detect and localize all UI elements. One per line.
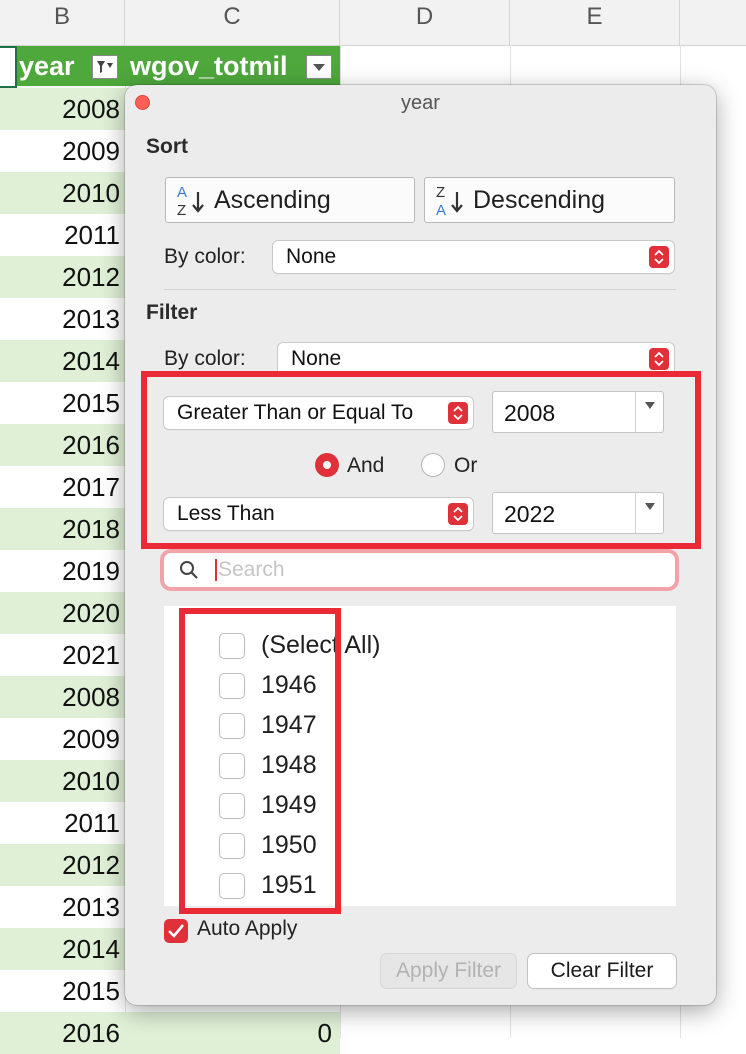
year-cell[interactable]: 2017 xyxy=(62,466,120,508)
filter-by-color-label: By color: xyxy=(164,347,246,370)
sort-heading: Sort xyxy=(146,135,188,158)
auto-apply-checkbox[interactable] xyxy=(164,919,188,943)
year-filter-button[interactable] xyxy=(92,55,118,79)
column-header-e[interactable]: E xyxy=(510,0,680,45)
year-cell[interactable]: 2011 xyxy=(64,214,120,256)
header-cell-wgov-totmil[interactable]: wgov_totmil xyxy=(130,46,288,86)
year-cell[interactable]: 2009 xyxy=(62,130,120,172)
auto-apply-label: Auto Apply xyxy=(197,917,298,940)
year-cell[interactable]: 2020 xyxy=(62,592,120,634)
year-cell[interactable]: 2019 xyxy=(62,550,120,592)
year-cell[interactable]: 2016 xyxy=(62,1012,120,1054)
sort-az-icon-top: A xyxy=(177,184,187,201)
section-divider xyxy=(164,289,676,290)
column-header-b[interactable]: B xyxy=(0,0,125,45)
year-cell[interactable]: 2014 xyxy=(62,928,120,970)
year-cell[interactable]: 2011 xyxy=(64,802,120,844)
sort-za-icon-top: Z xyxy=(436,184,445,201)
sort-az-icon: A Z xyxy=(177,184,204,218)
year-cell[interactable]: 2016 xyxy=(62,424,120,466)
column-header-d[interactable]: D xyxy=(340,0,510,45)
sort-by-color-label: By color: xyxy=(164,245,246,268)
wgov-cell-value: 0 xyxy=(317,1018,332,1048)
year-cell[interactable]: 2015 xyxy=(62,382,120,424)
column-header-row: B C D E xyxy=(0,0,746,46)
year-cell[interactable]: 2008 xyxy=(62,88,120,130)
chevron-down-icon xyxy=(313,64,325,71)
wgov-cell[interactable]: 0 xyxy=(124,1012,340,1054)
filter-funnel-icon xyxy=(97,61,113,73)
clear-filter-button[interactable]: Clear Filter xyxy=(528,954,676,988)
sort-za-icon: Z A xyxy=(436,184,463,218)
text-caret xyxy=(215,559,217,581)
sort-by-color-value: None xyxy=(286,245,337,268)
wgov-filter-button[interactable] xyxy=(306,55,332,79)
search-icon xyxy=(180,561,198,579)
year-cell[interactable]: 2009 xyxy=(62,718,120,760)
highlight-frame-conditions xyxy=(141,371,701,549)
header-cell-year[interactable]: year xyxy=(19,46,75,86)
highlight-frame-list xyxy=(179,608,341,914)
year-cell[interactable]: 2014 xyxy=(62,340,120,382)
year-cell[interactable]: 2010 xyxy=(62,172,120,214)
year-cell[interactable]: 2018 xyxy=(62,508,120,550)
stepper-icon xyxy=(649,348,669,370)
filter-dialog: year Sort A Z Ascending Z A Descending B… xyxy=(125,85,716,1005)
year-cell[interactable]: 2013 xyxy=(62,886,120,928)
year-cell[interactable]: 2012 xyxy=(62,844,120,886)
year-cell[interactable]: 2012 xyxy=(62,256,120,298)
sort-ascending-button[interactable]: A Z Ascending xyxy=(165,177,415,223)
table-row: 2016 0 xyxy=(0,1012,340,1054)
year-cell[interactable]: 2015 xyxy=(62,970,120,1012)
sort-descending-label: Descending xyxy=(473,186,606,214)
year-cell[interactable]: 2008 xyxy=(62,676,120,718)
year-cell[interactable]: 2010 xyxy=(62,760,120,802)
search-field[interactable]: Search xyxy=(164,553,675,587)
year-cell[interactable]: 2013 xyxy=(62,298,120,340)
search-placeholder: Search xyxy=(218,558,285,581)
sort-az-icon-bottom: Z xyxy=(177,202,186,218)
dialog-title: year xyxy=(401,92,440,114)
apply-filter-button[interactable]: Apply Filter xyxy=(381,954,516,988)
filter-heading: Filter xyxy=(146,301,198,324)
sort-descending-button[interactable]: Z A Descending xyxy=(424,177,675,223)
checkmark-icon xyxy=(168,924,185,938)
sort-za-icon-bottom: A xyxy=(436,202,446,218)
column-header-c[interactable]: C xyxy=(125,0,340,45)
year-cell[interactable]: 2021 xyxy=(62,634,120,676)
stepper-icon xyxy=(649,246,669,268)
sort-by-color-select[interactable]: None xyxy=(273,241,674,273)
sort-ascending-label: Ascending xyxy=(214,186,331,214)
selected-cell-marker[interactable] xyxy=(0,46,17,88)
